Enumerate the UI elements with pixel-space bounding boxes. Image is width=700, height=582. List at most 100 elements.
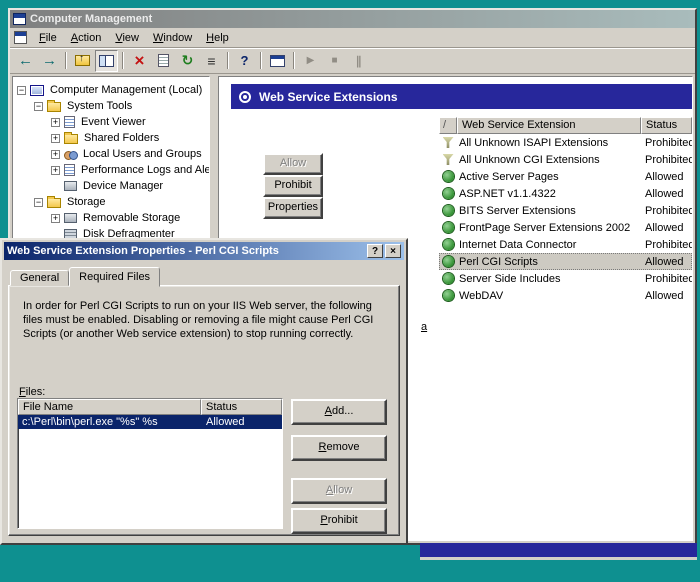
- extension-row-active-server-pages[interactable]: Active Server Pages Allowed: [439, 168, 692, 185]
- delete-icon: [135, 52, 145, 69]
- toolbar: [10, 48, 695, 74]
- file-status-column-header[interactable]: Status: [201, 399, 282, 415]
- play-button[interactable]: [299, 50, 322, 72]
- menu-view[interactable]: View: [108, 30, 146, 46]
- extension-status: Prohibited: [645, 272, 692, 285]
- event-viewer-icon: [64, 116, 75, 128]
- up-button[interactable]: [71, 50, 94, 72]
- expand-plus-box[interactable]: +: [51, 213, 60, 223]
- extension-status: Prohibited: [645, 238, 692, 251]
- type-column-header[interactable]: [439, 117, 457, 134]
- menu-bar: File Action View Window Help: [10, 28, 695, 48]
- extension-row-internet-data-connector[interactable]: Internet Data Connector Prohibited: [439, 236, 692, 253]
- dialog-help-button[interactable]: ?: [367, 244, 383, 258]
- expand-plus-box[interactable]: +: [51, 165, 60, 175]
- forward-button[interactable]: [38, 50, 61, 72]
- delete-button[interactable]: [128, 50, 151, 72]
- file-name-cell: c:\Perl\bin\perl.exe "%s" %s: [22, 416, 158, 428]
- extension-row-perl-cgi-scripts[interactable]: Perl CGI Scripts Allowed: [439, 253, 692, 270]
- export-list-icon: [207, 53, 215, 69]
- extension-row-all-unknown-cgi-extensions[interactable]: All Unknown CGI Extensions Prohibited: [439, 151, 692, 168]
- dialog-description: In order for Perl CGI Scripts to run on …: [23, 300, 374, 340]
- taskpad-header: Web Service Extensions: [231, 84, 692, 109]
- file-name-column-header[interactable]: File Name: [18, 399, 201, 415]
- tree-item-label: Local Users and Groups: [83, 148, 202, 160]
- menu-file[interactable]: File: [32, 30, 64, 46]
- refresh-button[interactable]: [176, 50, 199, 72]
- tree-item-storage[interactable]: − Storage: [13, 194, 209, 210]
- console-document-icon[interactable]: [14, 31, 27, 44]
- expand-minus-box[interactable]: −: [34, 101, 43, 111]
- stop-button[interactable]: [323, 50, 346, 72]
- toolbar-separator: [260, 52, 262, 69]
- tab-general[interactable]: General: [10, 270, 70, 286]
- extension-column-header[interactable]: Web Service Extension: [457, 117, 641, 134]
- dialog-remove-button[interactable]: Remove: [291, 435, 387, 461]
- play-icon: [307, 55, 315, 66]
- extension-row-bits-server-extensions[interactable]: BITS Server Extensions Prohibited: [439, 202, 692, 219]
- file-row[interactable]: c:\Perl\bin\perl.exe "%s" %s Allowed: [18, 415, 282, 429]
- dialog-titlebar[interactable]: Web Service Extension Properties - Perl …: [4, 242, 404, 260]
- removable-storage-icon: [64, 213, 77, 223]
- expand-plus-box[interactable]: +: [51, 117, 60, 127]
- export-list-button[interactable]: [200, 50, 223, 72]
- show-tree-button[interactable]: [95, 49, 118, 72]
- window-button[interactable]: [266, 50, 289, 72]
- files-label: Files:: [19, 386, 46, 398]
- refresh-icon: [182, 52, 194, 69]
- tree-item-device-manager[interactable]: Device Manager: [13, 178, 209, 194]
- expand-plus-box[interactable]: +: [51, 149, 60, 159]
- tree-item-removable-storage[interactable]: + Removable Storage: [13, 210, 209, 226]
- window-icon: [270, 54, 285, 67]
- expand-minus-box[interactable]: −: [17, 85, 26, 95]
- tree-item-performance-logs-and-ale[interactable]: + Performance Logs and Ale: [13, 162, 209, 178]
- toolbar-separator: [122, 52, 124, 69]
- dialog-tabs: General Required Files: [10, 266, 161, 287]
- extension-name: WebDAV: [459, 289, 504, 302]
- gear-icon: [439, 188, 457, 199]
- help-button[interactable]: [233, 50, 256, 72]
- menu-window[interactable]: Window: [146, 30, 199, 46]
- extension-row-frontpage-server-extensions-2002[interactable]: FrontPage Server Extensions 2002 Allowed: [439, 219, 692, 236]
- dialog-prohibit-button[interactable]: Prohibit: [291, 508, 387, 534]
- extension-row-all-unknown-isapi-extensions[interactable]: All Unknown ISAPI Extensions Prohibited: [439, 134, 692, 151]
- prohibit-button[interactable]: Prohibit: [263, 175, 323, 197]
- allow-button[interactable]: Allow: [263, 153, 323, 175]
- expand-minus-box[interactable]: −: [34, 197, 43, 207]
- menu-action[interactable]: Action: [64, 30, 109, 46]
- desktop: Computer Management File Action View Window…: [0, 0, 700, 582]
- file-status-cell: Allowed: [206, 416, 245, 428]
- dialog-close-button[interactable]: ×: [385, 244, 401, 258]
- extension-row-server-side-includes[interactable]: Server Side Includes Prohibited: [439, 270, 692, 287]
- toolbar-separator: [65, 52, 67, 69]
- extension-row-webdav[interactable]: WebDAV Allowed: [439, 287, 692, 304]
- extension-row-asp-net-v1-1-4322[interactable]: ASP.NET v1.1.4322 Allowed: [439, 185, 692, 202]
- gear-icon: [439, 273, 457, 284]
- gear-icon: [439, 256, 457, 267]
- properties-button[interactable]: Properties: [263, 197, 323, 219]
- menu-help[interactable]: Help: [199, 30, 236, 46]
- task-link-fragment[interactable]: a: [421, 321, 427, 333]
- tab-required-files[interactable]: Required Files: [69, 267, 161, 287]
- extension-status: Prohibited: [645, 136, 692, 149]
- window-title: Computer Management: [30, 13, 153, 25]
- tree-item-local-users-and-groups[interactable]: + Local Users and Groups: [13, 146, 209, 162]
- pause-button[interactable]: [347, 50, 370, 72]
- file-list: File Name Status c:\Perl\bin\perl.exe "%…: [17, 398, 283, 529]
- tree-item-event-viewer[interactable]: + Event Viewer: [13, 114, 209, 130]
- expand-plus-box[interactable]: +: [51, 133, 60, 143]
- extension-status: Prohibited: [645, 204, 692, 217]
- tree-item-system-tools[interactable]: − System Tools: [13, 98, 209, 114]
- extension-status: Allowed: [645, 170, 684, 183]
- tree-item-shared-folders[interactable]: + Shared Folders: [13, 130, 209, 146]
- properties-button[interactable]: [152, 50, 175, 72]
- properties-dialog: Web Service Extension Properties - Perl …: [0, 238, 408, 545]
- dialog-add-button[interactable]: Add...: [291, 399, 387, 425]
- device-manager-icon: [64, 181, 77, 191]
- extension-name: Active Server Pages: [459, 170, 559, 183]
- window-titlebar[interactable]: Computer Management: [10, 10, 695, 28]
- tree-item-computer-management-local[interactable]: − Computer Management (Local): [13, 82, 209, 98]
- back-button[interactable]: [14, 50, 37, 72]
- dialog-allow-button[interactable]: Allow: [291, 478, 387, 504]
- status-column-header[interactable]: Status: [641, 117, 692, 134]
